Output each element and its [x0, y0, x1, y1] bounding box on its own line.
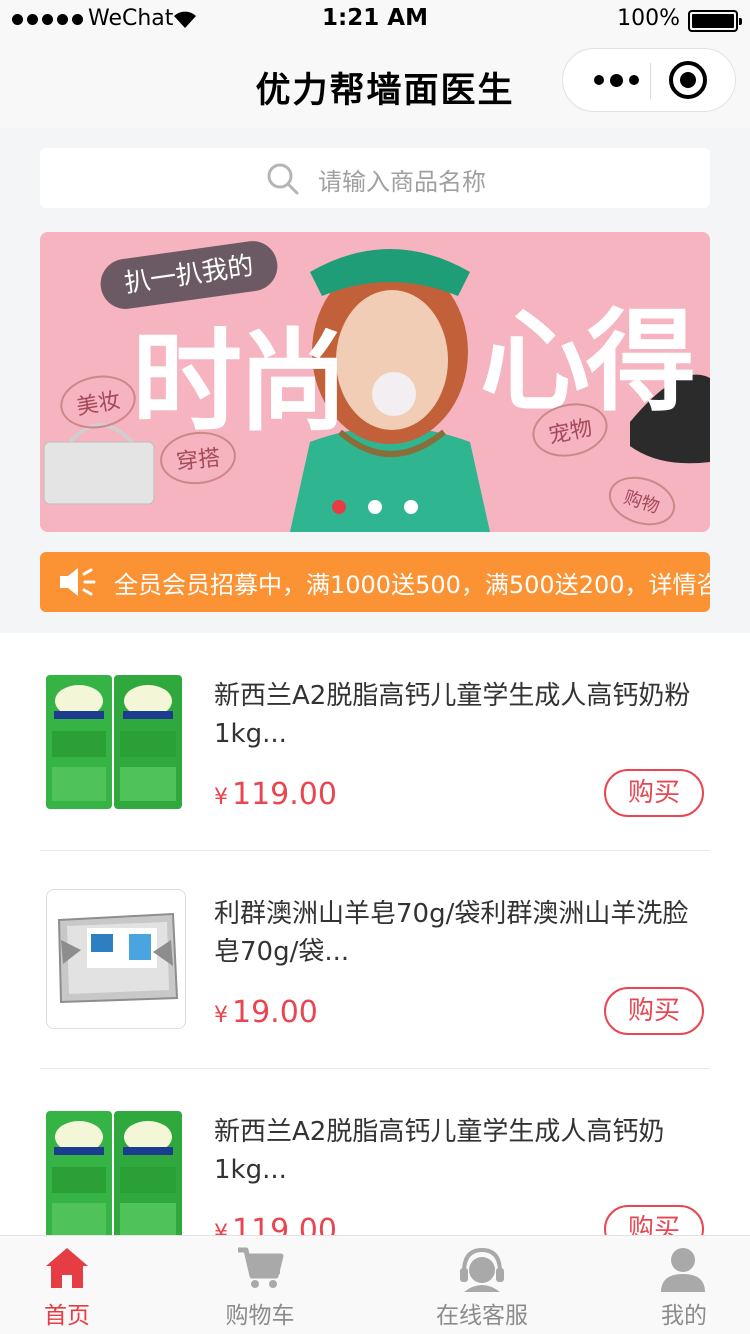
product-price: ¥119.00 [214, 1213, 337, 1235]
product-item[interactable]: 利群澳洲山羊皂70g/袋利群澳洲山羊洗脸皂70g/袋... ¥19.00 购买 [40, 851, 710, 1069]
price-value: 19.00 [232, 995, 318, 1030]
product-price: ¥119.00 [214, 777, 337, 812]
price-value: 119.00 [232, 777, 337, 812]
product-image[interactable] [44, 1107, 184, 1235]
close-miniprogram-button[interactable] [669, 61, 707, 99]
speaker-icon [60, 568, 96, 596]
goat-soap-package-image [57, 912, 179, 1004]
miniprogram-capsule [562, 48, 736, 112]
product-item[interactable]: 新西兰A2脱脂高钙儿童学生成人高钙奶粉1kg... ¥119.00 购买 [40, 633, 710, 851]
product-image[interactable] [44, 671, 184, 811]
announcement-bar[interactable]: 全员会员招募中，满1000送500，满500送200，详情咨询客服 [40, 552, 710, 612]
carousel-dot[interactable] [368, 500, 382, 514]
carousel-dot[interactable] [332, 500, 346, 514]
tab-label: 首页 [44, 1303, 90, 1329]
milk-powder-box-image [44, 1107, 184, 1235]
banner-headline-left: 时尚 [132, 317, 348, 446]
battery-icon [688, 10, 742, 32]
product-item[interactable]: 新西兰A2脱脂高钙儿童学生成人高钙奶1kg... ¥119.00 购买 [40, 1069, 710, 1235]
search-icon [267, 163, 299, 195]
customer-service-icon [460, 1247, 504, 1292]
status-bar: WeChat 1:21 AM 100% [0, 0, 750, 40]
price-value: 119.00 [232, 1213, 337, 1235]
tab-bar: 首页 购物车 在线客服 我的 [0, 1235, 750, 1334]
product-list: 新西兰A2脱脂高钙儿童学生成人高钙奶粉1kg... ¥119.00 购买 利群澳… [0, 633, 750, 1235]
tab-profile[interactable]: 我的 [630, 1236, 738, 1334]
capsule-divider [650, 63, 651, 99]
search-input[interactable]: 请输入商品名称 [40, 148, 710, 208]
tab-home[interactable]: 首页 [0, 1236, 134, 1334]
search-placeholder: 请输入商品名称 [318, 168, 486, 196]
user-icon [661, 1248, 705, 1292]
carousel-dot[interactable] [404, 500, 418, 514]
battery-percent: 100% [617, 6, 680, 31]
home-icon [46, 1248, 88, 1288]
promo-banner[interactable]: 扒一扒我的 时尚 心得 美妆 穿搭 宠物 购物 [40, 232, 710, 532]
tab-customer-service[interactable]: 在线客服 [414, 1236, 550, 1334]
tab-label: 在线客服 [436, 1303, 528, 1329]
product-title[interactable]: 新西兰A2脱脂高钙儿童学生成人高钙奶粉1kg... [214, 677, 704, 753]
cart-icon [238, 1247, 284, 1288]
currency-symbol: ¥ [214, 785, 228, 810]
tab-cart[interactable]: 购物车 [190, 1236, 330, 1334]
tab-label: 我的 [661, 1303, 707, 1329]
product-price: ¥19.00 [214, 995, 318, 1030]
product-title[interactable]: 利群澳洲山羊皂70g/袋利群澳洲山羊洗脸皂70g/袋... [214, 895, 704, 971]
currency-symbol: ¥ [214, 1003, 228, 1028]
header-area: 请输入商品名称 扒一扒我的 时尚 心得 美妆 穿搭 宠物 购物 全员会员招募中，… [0, 128, 750, 633]
buy-button[interactable]: 购买 [604, 1205, 704, 1235]
carousel-indicator [332, 500, 418, 514]
currency-symbol: ¥ [214, 1221, 228, 1235]
milk-powder-box-image [44, 671, 184, 811]
announcement-text: 全员会员招募中，满1000送500，满500送200，详情咨询客服 [114, 571, 710, 599]
product-title[interactable]: 新西兰A2脱脂高钙儿童学生成人高钙奶1kg... [214, 1113, 704, 1189]
product-image[interactable] [46, 889, 186, 1029]
more-menu-button[interactable] [583, 49, 649, 111]
navigation-bar: 优力帮墙面医生 [0, 40, 750, 128]
buy-button[interactable]: 购买 [604, 987, 704, 1035]
tab-label: 购物车 [225, 1303, 295, 1329]
buy-button[interactable]: 购买 [604, 769, 704, 817]
